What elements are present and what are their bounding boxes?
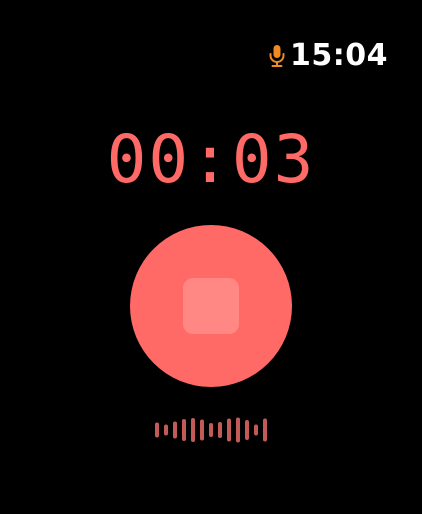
waveform-bar bbox=[218, 422, 222, 438]
stop-recording-button[interactable] bbox=[130, 225, 292, 387]
waveform-bar bbox=[263, 418, 267, 442]
waveform-bar bbox=[191, 418, 195, 442]
waveform-bar bbox=[245, 420, 249, 440]
waveform-bar bbox=[254, 424, 258, 436]
status-clock: 15:04 bbox=[290, 38, 388, 73]
audio-waveform bbox=[155, 417, 267, 443]
stop-icon bbox=[183, 278, 239, 334]
waveform-bar bbox=[173, 421, 177, 439]
waveform-bar bbox=[182, 419, 186, 441]
waveform-bar bbox=[164, 424, 168, 436]
waveform-bar bbox=[209, 423, 213, 437]
waveform-bar bbox=[227, 418, 231, 442]
waveform-bar bbox=[155, 422, 159, 438]
microphone-icon bbox=[268, 44, 286, 68]
status-bar: 15:04 bbox=[268, 40, 388, 72]
waveform-bar bbox=[200, 419, 204, 441]
waveform-bar bbox=[236, 417, 240, 443]
elapsed-timer: 00:03 bbox=[106, 121, 316, 198]
